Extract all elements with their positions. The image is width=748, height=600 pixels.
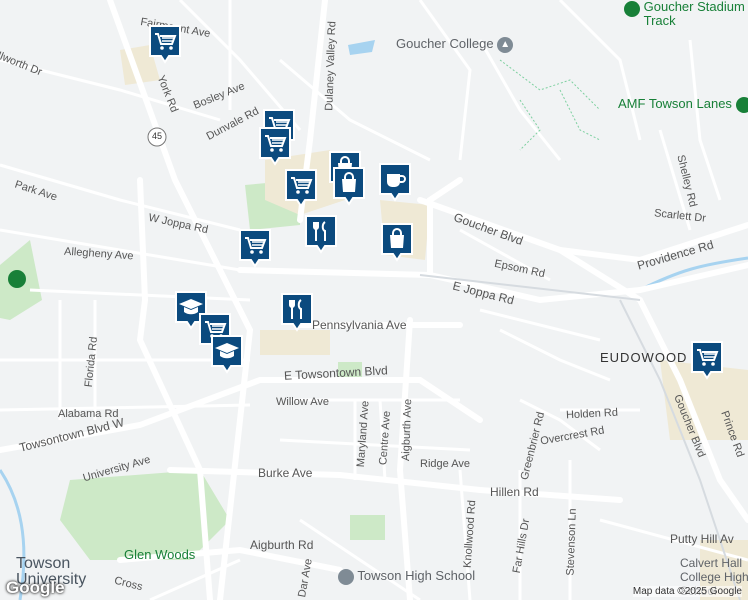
shopping-bag-marker[interactable] <box>332 166 366 206</box>
shopping-cart-marker[interactable] <box>238 228 272 268</box>
shopping-bag-icon <box>381 223 413 262</box>
school-icon <box>338 568 354 585</box>
map-base-layer <box>0 0 748 600</box>
road-label: Burke Ave <box>258 466 313 480</box>
poi-glen-woods[interactable]: Glen Woods <box>124 547 195 562</box>
map-attribution[interactable]: Map data ©2025 Google <box>632 586 742 597</box>
coffee-cup-marker[interactable] <box>378 162 412 202</box>
stadium-icon <box>624 0 640 17</box>
poi-goucher-stadium[interactable]: Goucher Stadium and Track <box>624 0 748 28</box>
shopping-bag-icon <box>333 167 365 206</box>
road-label: Willow Ave <box>276 396 329 408</box>
bowling-icon <box>735 96 748 113</box>
shopping-cart-marker[interactable] <box>148 24 182 64</box>
poi-label: AMF Towson Lanes <box>618 96 732 111</box>
shopping-cart-icon <box>239 229 271 268</box>
campus-area <box>260 330 330 355</box>
coffee-cup-icon <box>379 163 411 202</box>
road-label: Putty Hill Av <box>670 532 734 546</box>
park-area <box>350 515 385 540</box>
road-label: Aigburth Rd <box>250 538 314 552</box>
poi-label: Goucher College <box>396 36 494 51</box>
road-label: Pennsylvania Ave <box>312 318 407 332</box>
park-icon <box>8 270 26 288</box>
shopping-cart-icon <box>691 341 723 380</box>
shopping-cart-icon <box>285 169 317 208</box>
map-canvas[interactable]: 45 Fairmount Ave York Rd Bosley Ave Dunv… <box>0 0 748 600</box>
shopping-cart-icon <box>259 127 291 166</box>
graduation-cap-icon <box>211 335 243 374</box>
route-shield-label: 45 <box>151 131 162 141</box>
road-label: Hillen Rd <box>490 485 539 499</box>
graduation-cap-icon: ▲ <box>497 36 514 53</box>
road-label: Stevenson Ln <box>564 508 579 576</box>
poi-label: Goucher Stadium and Track <box>643 0 748 28</box>
road-label: Aigburth Ave <box>400 398 415 462</box>
poi-label: Glen Woods <box>124 547 196 562</box>
poi-towson-high-school[interactable]: Towson High School <box>338 568 475 585</box>
neighborhood-label: EUDOWOOD <box>600 350 688 365</box>
restaurant-icon <box>305 215 337 254</box>
road-label: Ridge Ave <box>420 458 470 470</box>
restaurant-marker[interactable] <box>280 292 314 332</box>
shopping-bag-marker[interactable] <box>380 222 414 262</box>
poi-amf-towson-lanes[interactable]: AMF Towson Lanes <box>618 96 748 113</box>
shopping-cart-marker[interactable] <box>690 340 724 380</box>
poi-label: Towson High School <box>357 568 476 583</box>
restaurant-icon <box>281 293 313 332</box>
shopping-cart-marker[interactable] <box>258 126 292 166</box>
poi-goucher-college[interactable]: Goucher College ▲ <box>396 36 514 53</box>
restaurant-marker[interactable] <box>304 214 338 254</box>
shopping-cart-marker[interactable] <box>284 168 318 208</box>
shopping-cart-icon <box>149 25 181 64</box>
google-logo: Google <box>6 578 65 597</box>
road-label: Alabama Rd <box>58 408 119 420</box>
graduation-cap-marker[interactable] <box>210 334 244 374</box>
